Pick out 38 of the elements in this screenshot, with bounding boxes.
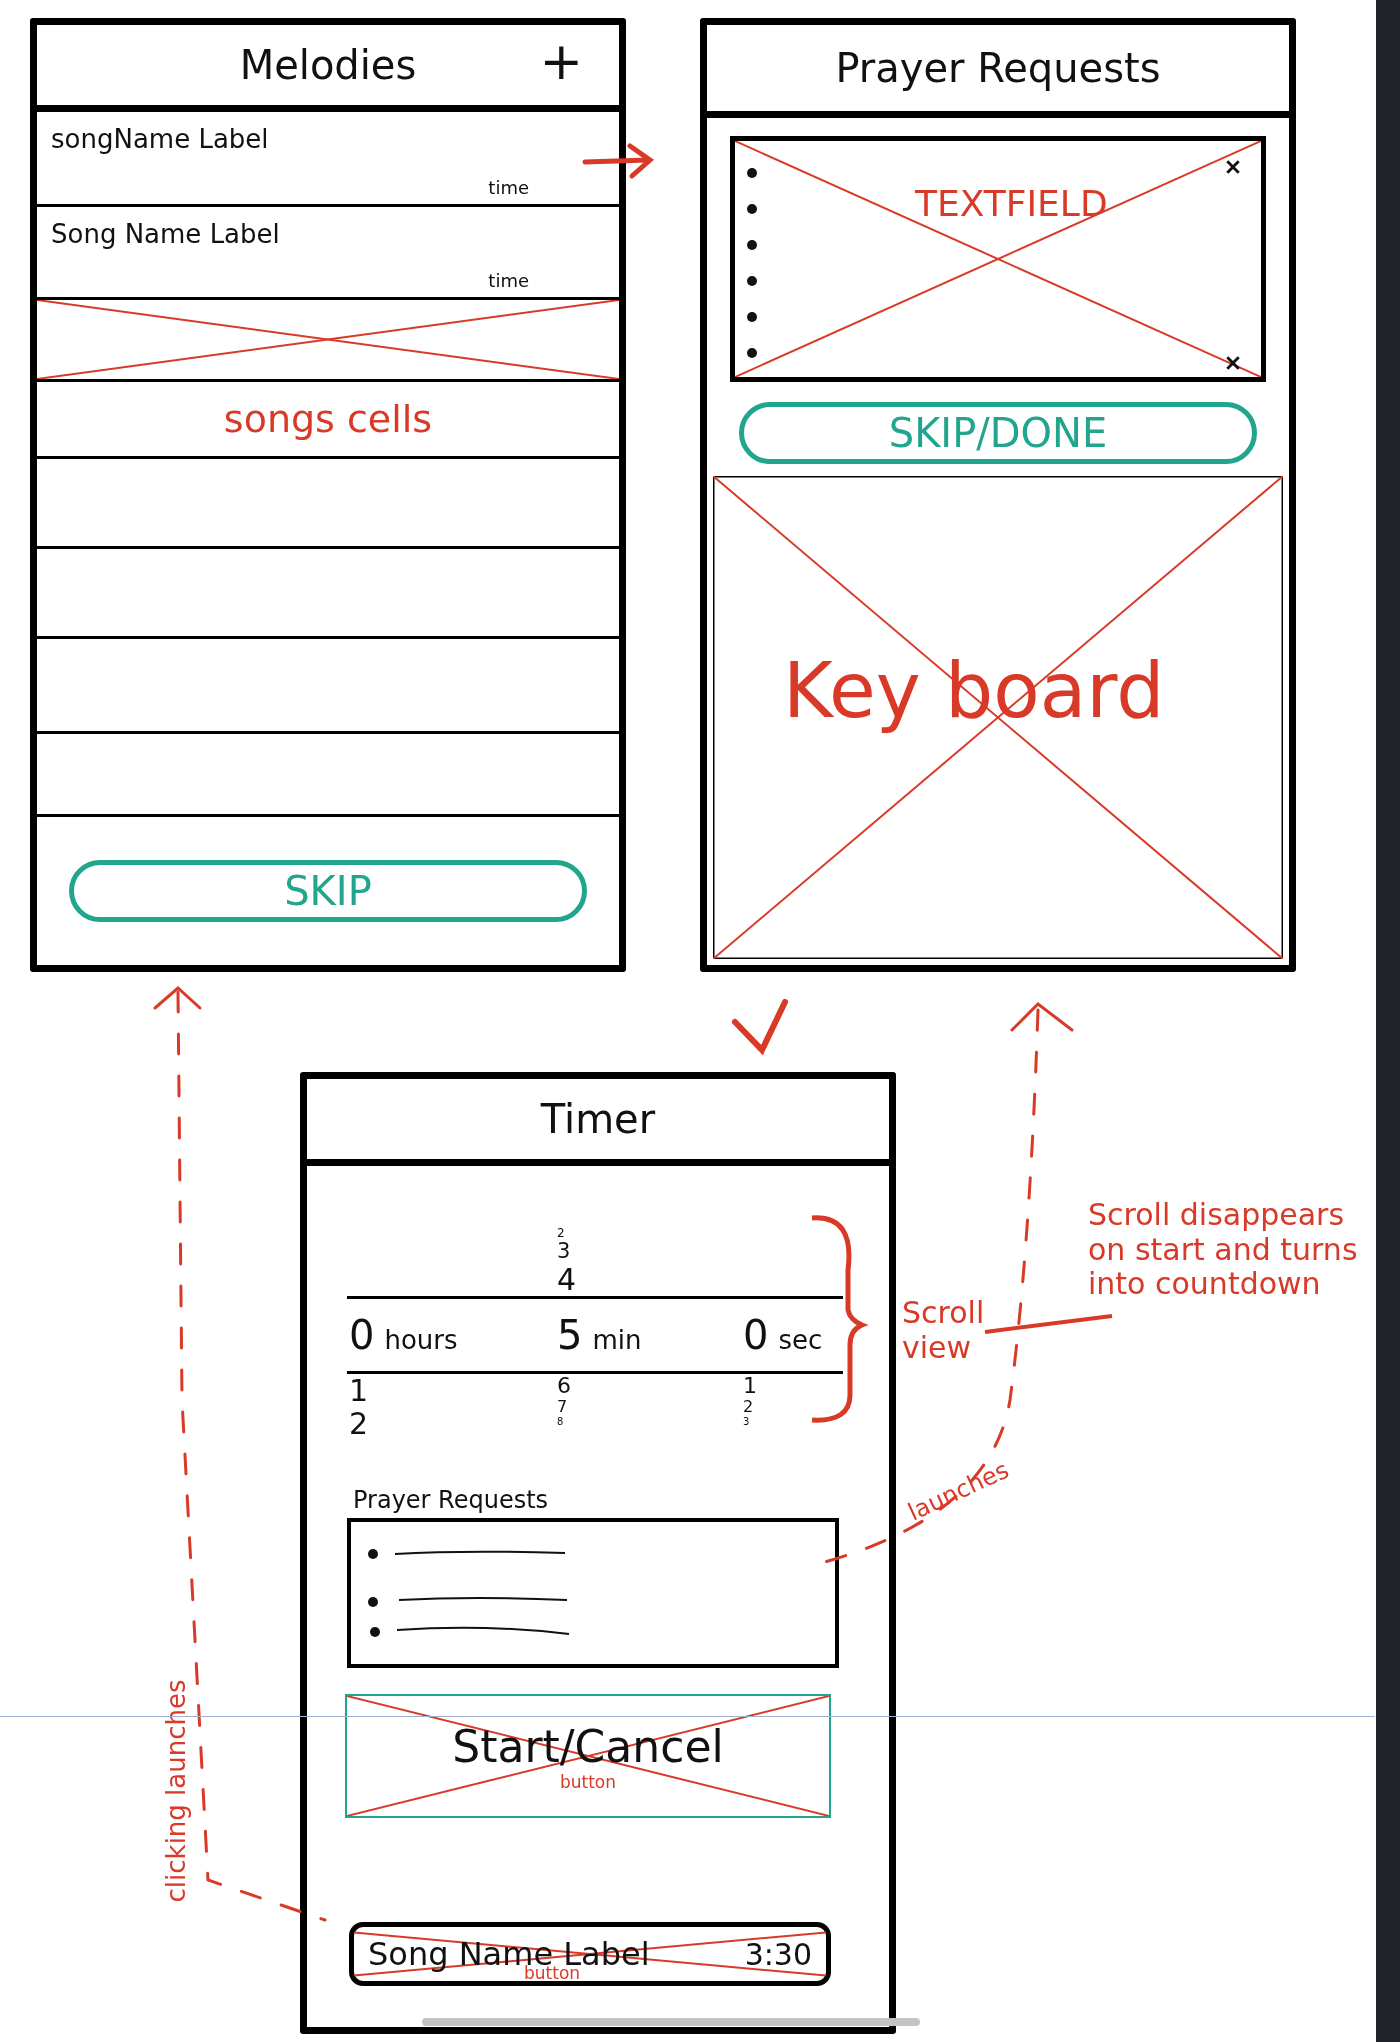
song-name: songName Label bbox=[51, 124, 269, 154]
picker-number: 1 bbox=[743, 1374, 757, 1399]
picker-number: 2 bbox=[557, 1226, 565, 1240]
picker-number: 7 bbox=[557, 1398, 568, 1416]
screen-title: Prayer Requests bbox=[835, 45, 1161, 91]
picker-value[interactable]: 5 bbox=[557, 1312, 583, 1358]
close-icon bbox=[1225, 355, 1241, 371]
section-label: Prayer Requests bbox=[353, 1486, 549, 1514]
picker-number: 6 bbox=[557, 1374, 571, 1399]
song-cell[interactable]: Song Name Label time bbox=[37, 207, 619, 300]
song-time: time bbox=[488, 177, 529, 198]
annotation-text: songs cells bbox=[223, 397, 433, 441]
picker-number: 1 bbox=[349, 1374, 369, 1407]
annotation-text: clicking launches bbox=[161, 1679, 192, 1903]
annotation-text: Scroll view bbox=[902, 1296, 986, 1365]
text-field[interactable]: TEXTFIELD bbox=[730, 136, 1266, 382]
picker-number: 3 bbox=[743, 1415, 750, 1427]
picker-value[interactable]: 0 bbox=[743, 1312, 769, 1358]
picker-number: 4 bbox=[557, 1263, 577, 1296]
picker-number: 8 bbox=[557, 1415, 564, 1427]
picker-number: 2 bbox=[349, 1407, 369, 1440]
picker-unit: sec bbox=[778, 1325, 823, 1355]
picker-number: 3 bbox=[557, 1239, 571, 1263]
annotation-text: Scroll disappears on start and turns into countdown bbox=[1088, 1198, 1358, 1302]
picker-unit: min bbox=[592, 1325, 642, 1355]
close-icon bbox=[1225, 159, 1241, 175]
add-button[interactable]: + bbox=[533, 35, 589, 87]
song-time: time bbox=[488, 270, 529, 291]
song-cell[interactable]: songName Label time bbox=[37, 112, 619, 207]
prayer-list-box[interactable] bbox=[347, 1518, 839, 1668]
picker-number: 2 bbox=[743, 1398, 754, 1416]
picker-value[interactable]: 0 bbox=[349, 1312, 375, 1358]
arrow-icon bbox=[582, 143, 655, 179]
annotation-text: TEXTFIELD bbox=[915, 183, 1108, 224]
song-name: Song Name Label bbox=[51, 219, 280, 249]
screen-title: Melodies bbox=[239, 42, 417, 88]
screen-title: Timer bbox=[540, 1096, 656, 1142]
picker-unit: hours bbox=[384, 1325, 458, 1355]
